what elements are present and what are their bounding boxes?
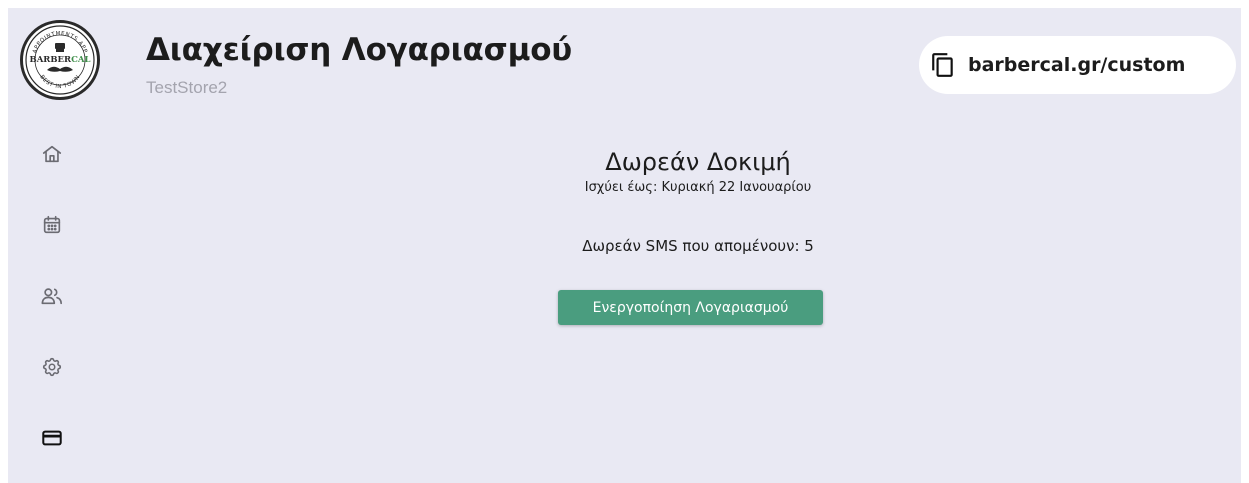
- barbercal-logo: APPOINTMENTS APP BEST IN TOWN BARBERCAL: [20, 20, 100, 100]
- booking-url: barbercal.gr/custom: [968, 54, 1186, 76]
- credit-card-icon: [42, 430, 62, 446]
- svg-text:BARBERCAL: BARBERCAL: [30, 55, 91, 65]
- page-title: Διαχείριση Λογαριασμού: [146, 32, 573, 68]
- sms-remaining: Δωρεάν SMS που απομένουν: 5: [582, 237, 814, 255]
- activate-account-button[interactable]: Ενεργοποίηση Λογαριασμού: [558, 290, 823, 325]
- users-icon: [41, 288, 62, 305]
- sidebar-item-home[interactable]: [36, 138, 68, 170]
- logo-brand-dark: BARBER: [30, 55, 73, 65]
- sidebar-item-customers[interactable]: [36, 280, 68, 312]
- sidebar-item-calendar[interactable]: [36, 209, 68, 241]
- store-name: TestStore2: [146, 78, 228, 97]
- calendar-icon: [43, 215, 61, 234]
- app-shell: APPOINTMENTS APP BEST IN TOWN BARBERCAL …: [8, 8, 1241, 483]
- copy-icon: [930, 52, 956, 78]
- plan-title: Δωρεάν Δοκιμή: [605, 148, 791, 176]
- copy-booking-url-button[interactable]: barbercal.gr/custom: [919, 36, 1236, 94]
- logo-brand-accent: CAL: [71, 55, 90, 65]
- home-icon: [42, 145, 62, 163]
- gear-icon: [42, 357, 62, 377]
- plan-valid-until: Ισχύει έως: Κυριακή 22 Ιανουαρίου: [584, 180, 812, 195]
- sidebar-item-settings[interactable]: [36, 351, 68, 383]
- sidebar-item-billing[interactable]: [36, 422, 68, 454]
